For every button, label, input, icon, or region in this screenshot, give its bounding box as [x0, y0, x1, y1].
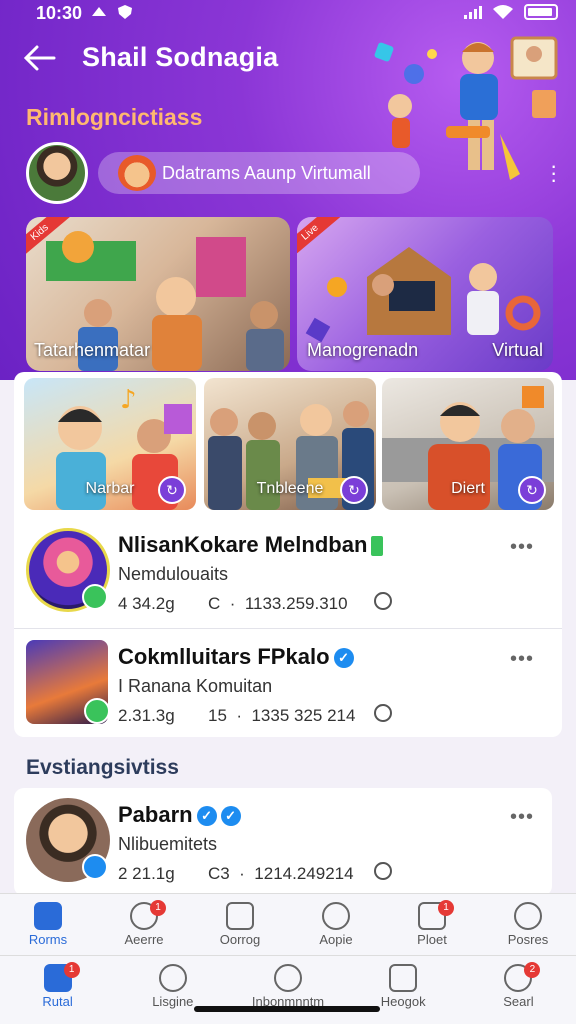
- tab-label: Heogok: [380, 994, 426, 1009]
- tab-search[interactable]: Inbonmnntm: [230, 956, 345, 1024]
- character-icon: [118, 155, 156, 191]
- item-meta-left: 4 34.2g: [118, 594, 175, 613]
- tab-label: Searl: [503, 994, 534, 1009]
- svg-text:♪: ♪: [120, 385, 137, 415]
- cloud-icon: [92, 7, 106, 16]
- notification-badge: 1: [63, 962, 80, 978]
- status-bar: 10:30: [0, 0, 576, 28]
- tab-label: Posres: [507, 932, 549, 947]
- feature-card-label: Tatarhenmatar: [34, 340, 151, 360]
- tab-user[interactable]: 2 Searl: [461, 956, 576, 1024]
- thumbnail-card-2[interactable]: Tnbleene ↻: [204, 378, 376, 510]
- home-icon: [34, 902, 62, 930]
- page-title: Shail Sodnagia: [82, 42, 279, 72]
- section-heading: Rimlogncictiass: [26, 104, 203, 130]
- smile-icon[interactable]: [374, 704, 392, 722]
- list-item[interactable]: NlisanKokare Melndban Nemdulouaits 4 34.…: [26, 528, 556, 618]
- notification-badge: 1: [150, 900, 166, 916]
- tab-recent[interactable]: 1 Aeerre: [96, 894, 192, 955]
- profile-pill[interactable]: Ddatrams Aaunp Virtumall: [98, 152, 420, 194]
- list-item[interactable]: Cokmlluitars FPkalo ✓ I Ranana Komuitan 2…: [26, 640, 556, 730]
- tab-profile[interactable]: Posres: [480, 894, 576, 955]
- refresh-badge-icon: [82, 854, 108, 880]
- notification-badge: 1: [438, 900, 454, 916]
- item-title: Pabarn ✓ ✓: [118, 802, 241, 828]
- tab-label: Oorrog: [219, 932, 261, 947]
- tab-label: Ploet: [417, 932, 447, 947]
- badge-icon: [82, 584, 108, 610]
- verified-icon-2: ✓: [220, 806, 241, 827]
- thumbnail-card-1[interactable]: ♪ Narbar: [24, 378, 196, 510]
- section-heading-2: Evstiangsivtiss: [26, 756, 179, 779]
- item-title: NlisanKokare Melndban: [118, 532, 384, 558]
- smile-icon[interactable]: [374, 862, 392, 880]
- tab-calendar[interactable]: 1 Ploet: [384, 894, 480, 955]
- item-subtitle: Nemdulouaits: [118, 564, 229, 584]
- divider: [14, 628, 562, 629]
- tab-chat[interactable]: Lisgine: [115, 956, 230, 1024]
- verified-icon: ✓: [196, 806, 217, 827]
- tab-label: Rutal: [42, 994, 73, 1009]
- notification-badge: 2: [524, 962, 541, 978]
- tab-label: Lisgine: [152, 994, 194, 1009]
- tab-bar-bottom: 1 Rutal Lisgine Inbonmnntm Heogok 2 Sear…: [0, 955, 576, 1024]
- verified-icon: ✓: [333, 648, 354, 669]
- more-vertical-icon[interactable]: · · ·: [550, 155, 557, 191]
- thumbnail-label: Narbar: [85, 480, 135, 497]
- tab-grid[interactable]: Oorrog: [192, 894, 288, 955]
- item-subtitle: I Ranana Komuitan: [118, 676, 273, 696]
- item-meta-left: 2.31.3g: [118, 706, 175, 725]
- tab-home[interactable]: Rorms: [0, 894, 96, 955]
- refresh-icon[interactable]: ↻: [518, 476, 546, 504]
- smile-icon: [322, 902, 350, 930]
- tag-icon: [371, 536, 384, 557]
- feature-card-label: Manogrenadn: [307, 340, 419, 360]
- more-horizontal-icon[interactable]: •••: [510, 806, 534, 829]
- profile-avatar[interactable]: [26, 142, 88, 204]
- item-meta-right: 15 · 1335 325 214: [208, 706, 356, 725]
- tab-label: Aopie: [319, 932, 353, 947]
- more-horizontal-icon[interactable]: •••: [510, 648, 534, 671]
- item-meta-left: 2 21.1g: [118, 864, 175, 883]
- shield-icon: [118, 5, 132, 19]
- top-bar: Shail Sodnagia: [22, 42, 278, 73]
- search-icon: [274, 964, 302, 992]
- chat-icon: [158, 964, 187, 992]
- item-title: Cokmlluitars FPkalo ✓: [118, 644, 354, 670]
- feature-card-2[interactable]: Live Manogrenadn Virtual: [297, 217, 553, 371]
- list-item[interactable]: Pabarn ✓ ✓ Nlibuemitets 2 21.1g C3 · 1214.…: [26, 798, 556, 888]
- item-subtitle: Nlibuemitets: [118, 834, 218, 854]
- wifi-icon: [493, 5, 513, 19]
- status-time: 10:30: [36, 3, 83, 23]
- more-horizontal-icon[interactable]: •••: [510, 536, 534, 559]
- item-meta-right: C · 1133.259.310: [208, 594, 348, 613]
- thumbnail-card-3[interactable]: Diert ↻: [382, 378, 554, 510]
- feature-card-label-2: Virtual: [492, 340, 543, 360]
- refresh-icon[interactable]: ↻: [340, 476, 368, 504]
- home-indicator[interactable]: [194, 1006, 380, 1012]
- tab-smile[interactable]: Aopie: [288, 894, 384, 955]
- tab-box[interactable]: Heogok: [346, 956, 461, 1024]
- feature-card-1[interactable]: Kids Tatarhenmatar: [26, 217, 290, 371]
- box-icon: [389, 964, 418, 992]
- signal-icon: [464, 5, 482, 19]
- arrow-left-icon[interactable]: [22, 44, 56, 72]
- badge-icon: [84, 698, 110, 724]
- user-icon: [514, 902, 542, 930]
- profile-pill-text: Ddatrams Aaunp Virtumall: [162, 162, 371, 183]
- item-meta-right: C3 · 1214.249214: [208, 864, 354, 883]
- tab-label: Rorms: [28, 932, 68, 947]
- tab-label: Aeerre: [124, 932, 164, 947]
- tab-bar-top: Rorms 1 Aeerre Oorrog Aopie 1 Ploet Posr…: [0, 893, 576, 955]
- grid-icon: [226, 902, 254, 930]
- tab-home-2[interactable]: 1 Rutal: [0, 956, 115, 1024]
- smile-icon[interactable]: [374, 592, 392, 610]
- battery-icon: [524, 4, 558, 20]
